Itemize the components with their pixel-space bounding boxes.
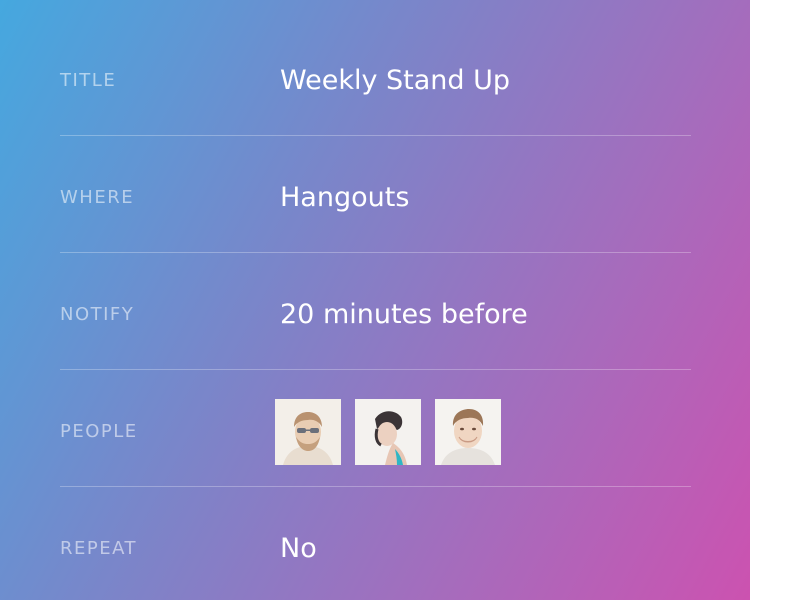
avatar-man-sunglasses-icon bbox=[275, 398, 341, 465]
notify-value[interactable]: 20 minutes before bbox=[280, 256, 528, 373]
people-avatar-list bbox=[275, 373, 501, 490]
where-label: WHERE bbox=[60, 187, 135, 208]
title-label: TITLE bbox=[60, 70, 117, 91]
people-row: PEOPLE bbox=[60, 373, 691, 490]
title-value[interactable]: Weekly Stand Up bbox=[280, 22, 510, 139]
notify-row[interactable]: NOTIFY 20 minutes before bbox=[60, 256, 691, 373]
people-label: PEOPLE bbox=[60, 421, 138, 442]
notify-label: NOTIFY bbox=[60, 304, 135, 325]
divider bbox=[60, 486, 691, 487]
divider bbox=[60, 135, 691, 136]
repeat-value[interactable]: No bbox=[280, 490, 317, 600]
avatar-woman-side-profile[interactable] bbox=[355, 398, 421, 465]
where-row[interactable]: WHERE Hangouts bbox=[60, 139, 691, 256]
avatar-man-sunglasses[interactable] bbox=[275, 398, 341, 465]
divider bbox=[60, 252, 691, 253]
avatar-man-smiling[interactable] bbox=[435, 398, 501, 465]
divider bbox=[60, 369, 691, 370]
avatar-woman-side-profile-icon bbox=[355, 398, 421, 465]
where-value[interactable]: Hangouts bbox=[280, 139, 409, 256]
event-details-panel: TITLE Weekly Stand Up WHERE Hangouts NOT… bbox=[0, 0, 750, 600]
title-row[interactable]: TITLE Weekly Stand Up bbox=[60, 22, 691, 139]
repeat-label: REPEAT bbox=[60, 538, 138, 559]
avatar-man-smiling-icon bbox=[435, 398, 501, 465]
repeat-row[interactable]: REPEAT No bbox=[60, 490, 691, 600]
